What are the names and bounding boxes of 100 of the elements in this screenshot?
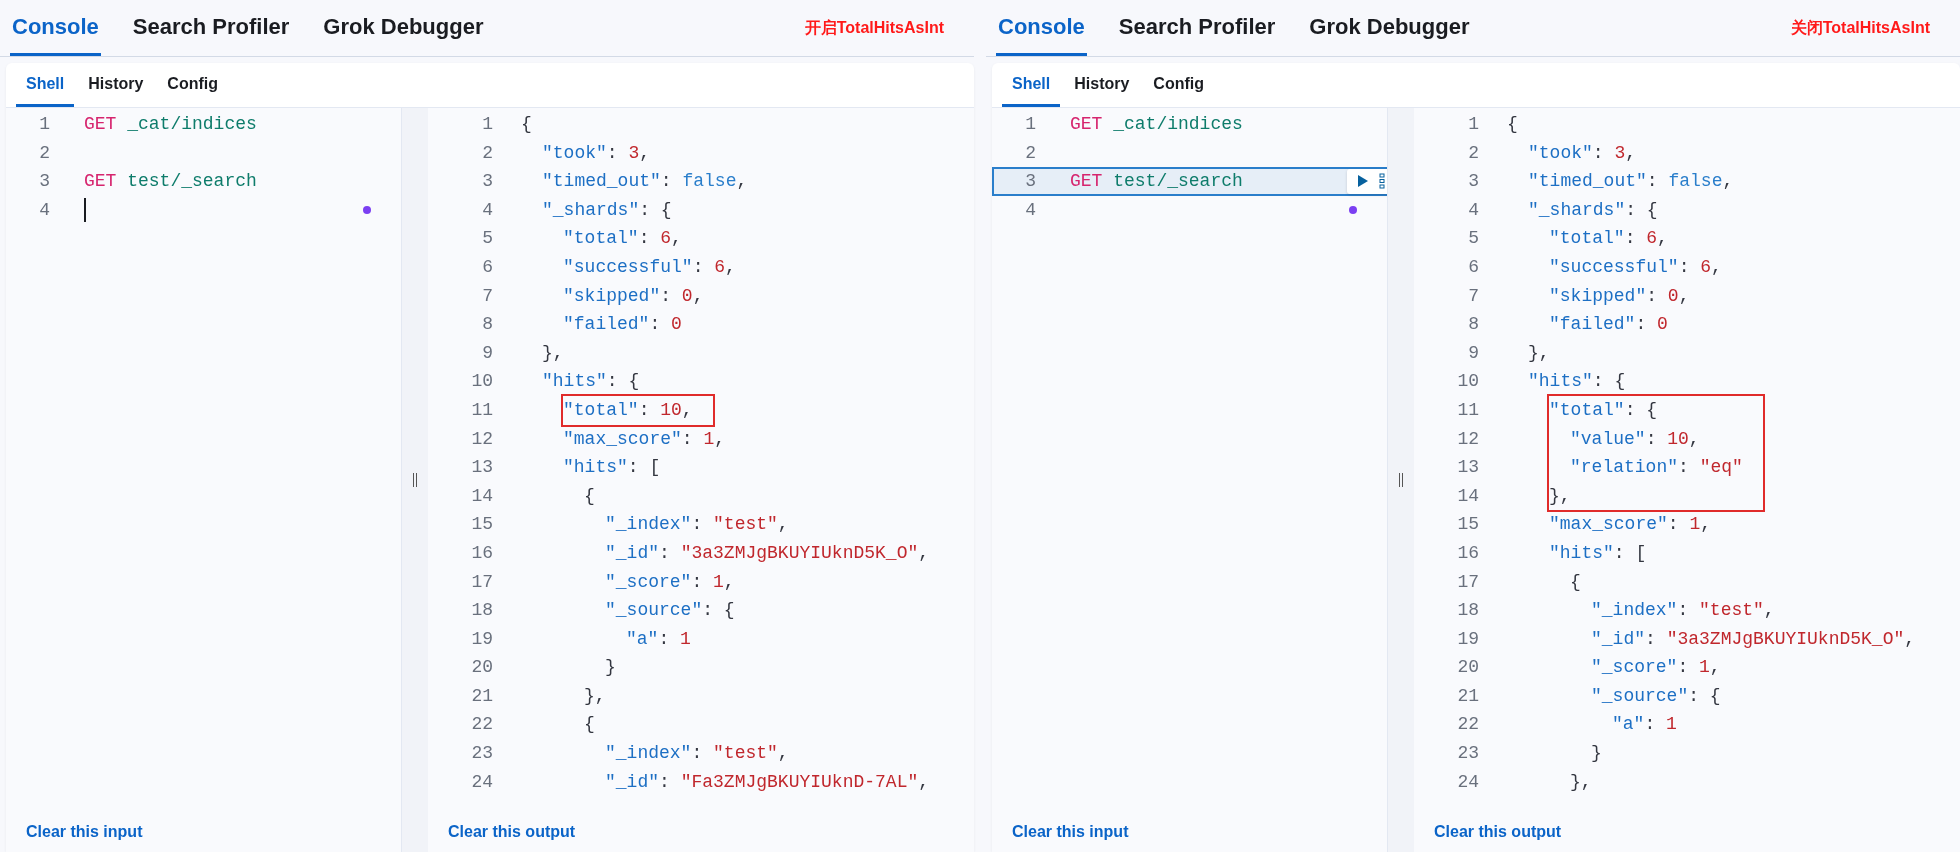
line-number: 1 [1467,113,1479,136]
code-line: "timed_out": false, [542,171,748,192]
code-line: }, [1528,342,1550,363]
code-line: { [1570,571,1581,592]
request-line: GET _cat/indices [1070,114,1243,135]
line-number: 17 [470,570,493,594]
code-line: "total": 6, [1549,228,1668,249]
code-line: "hits": { [542,371,640,392]
clear-output-link[interactable]: Clear this output [448,823,576,841]
clear-input-link[interactable]: Clear this input [1012,823,1129,841]
line-number: 2 [1467,141,1479,165]
line-number: 22 [1456,713,1479,737]
app-tab[interactable]: Console [996,0,1087,56]
resize-handle-icon[interactable] [1398,472,1404,488]
line-number: 2 [481,141,493,165]
line-number: 17 [1456,570,1479,594]
editor-tab[interactable]: History [78,63,154,107]
line-number: 23 [470,742,493,766]
resize-handle-icon[interactable] [412,472,418,488]
line-number: 11 [1456,398,1479,422]
clear-output-link[interactable]: Clear this output [1434,823,1562,841]
line-number: 13 [470,456,493,480]
code-line: "_score": 1, [605,571,735,592]
line-number: 15 [470,513,493,537]
code-line: "timed_out": false, [1528,171,1734,192]
line-number: 4 [481,198,493,222]
app-tab[interactable]: Grok Debugger [1307,0,1472,56]
code-line: "_score": 1, [1591,657,1721,678]
line-number: 1 [481,113,493,136]
app-tab[interactable]: Console [10,0,101,56]
request-line: GET test/_search [84,171,257,192]
code-line: "skipped": 0, [563,285,704,306]
line-number: 10 [1456,370,1479,394]
code-line: "a": 1 [1612,714,1677,735]
line-number: 7 [481,284,493,308]
line-number: 19 [1456,627,1479,651]
editor-tab[interactable]: Config [1143,63,1214,107]
code-line: "_source": { [1591,685,1721,706]
line-number: 12 [470,427,493,451]
line-number: 1 [38,114,50,135]
line-number: 20 [470,656,493,680]
line-number: 23 [1456,742,1479,766]
code-line: { [521,114,532,134]
line-number: 20 [1456,656,1479,680]
line-number: 19 [470,627,493,651]
request-line: GET test/_search [1070,171,1243,192]
code-line: }, [584,685,606,706]
request-editor[interactable]: 1 GET _cat/indices 2 3 GET test/_search 4 Clear this input [992,108,1388,852]
editor-tab[interactable]: History [1064,63,1140,107]
line-number: 18 [1456,599,1479,623]
more-button[interactable] [1379,173,1385,190]
request-editor[interactable]: 1 GET _cat/indices 2 3 GET test/_search 4 Clear this input [6,108,402,852]
line-number: 24 [1456,770,1479,794]
code-line: "total": 6, [563,228,682,249]
line-number: 2 [1024,142,1036,163]
code-line: "_shards": { [1528,199,1658,220]
line-number: 3 [1024,171,1036,192]
clear-input-link[interactable]: Clear this input [26,823,143,841]
line-number: 21 [470,684,493,708]
line-number: 6 [1467,255,1479,279]
code-line: "_source": { [605,600,735,621]
code-line: "value": 10, [1570,428,1700,449]
code-line: "hits": [ [563,457,661,478]
line-number: 1 [1024,114,1036,135]
status-dot-icon [363,206,371,215]
code-line: "_id": "3a3ZMJgBKUYIUknD5K_O", [605,542,930,563]
run-button[interactable] [1357,174,1369,189]
code-line: "a": 1 [626,628,691,649]
code-line: } [605,657,616,678]
status-dot-icon [1349,206,1357,215]
code-line: "_index": "test", [605,514,789,535]
annotation-label: 开启TotalHitsAsInt [804,17,944,38]
line-number: 9 [1467,341,1479,365]
line-number: 3 [481,170,493,194]
code-line: "took": 3, [1528,142,1637,163]
code-line: }, [1570,771,1592,792]
annotation-label: 关闭TotalHitsAsInt [1790,17,1930,38]
line-number: 10 [470,370,493,394]
line-number: 12 [1456,427,1479,451]
line-number: 24 [470,770,493,794]
code-line: "successful": 6, [563,256,736,277]
code-line: "failed": 0 [563,314,682,335]
line-number: 8 [481,313,493,337]
code-line: }, [542,342,564,363]
code-line: "max_score": 1, [1549,514,1712,535]
code-line: "_id": "3a3ZMJgBKUYIUknD5K_O", [1591,628,1916,649]
app-tab[interactable]: Search Profiler [1116,0,1278,56]
code-line: { [584,714,595,735]
line-number: 5 [1467,227,1479,251]
line-number: 3 [1467,170,1479,194]
line-number: 6 [481,255,493,279]
line-number: 14 [1456,484,1479,508]
line-number: 4 [1467,198,1479,222]
app-tab[interactable]: Grok Debugger [321,0,486,56]
line-number: 15 [1456,513,1479,537]
line-number: 16 [470,541,493,565]
line-number: 7 [1467,284,1479,308]
request-line: GET _cat/indices [84,114,257,135]
app-tab[interactable]: Search Profiler [130,0,292,56]
editor-tab[interactable]: Config [157,63,228,107]
